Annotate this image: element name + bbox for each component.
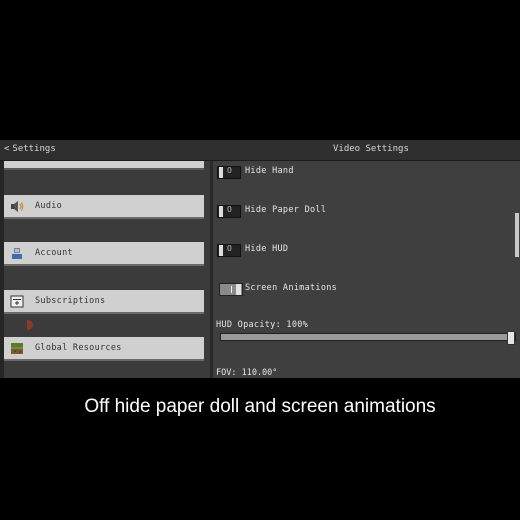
toggle-knob (219, 167, 223, 178)
account-icon (12, 248, 22, 259)
hud-opacity-slider[interactable] (220, 331, 516, 345)
hide-hud-label: Hide HUD (245, 244, 289, 254)
global-resources-icon (11, 343, 23, 354)
subscriptions-icon (10, 295, 24, 308)
toggle-off-glyph: O (227, 205, 232, 214)
hide-hand-toggle[interactable]: O (217, 166, 241, 179)
screen-animations-label: Screen Animations (245, 283, 338, 293)
chevron-left-icon: < (4, 144, 10, 154)
sidebar-item-label: Audio (35, 201, 63, 211)
toggle-off-glyph: O (227, 244, 232, 253)
hide-hud-toggle[interactable]: O (217, 244, 241, 257)
sidebar-item-label: Global Resources (35, 343, 122, 353)
setting-screen-animations: Screen Animations (213, 281, 513, 299)
sidebar-item-subscriptions[interactable]: Subscriptions (4, 290, 204, 314)
setting-hide-hud: O Hide HUD (213, 242, 513, 260)
sidebar-item-global-resources[interactable]: Global Resources (4, 337, 204, 361)
sidebar-item-label: Subscriptions (35, 296, 106, 306)
setting-hide-paper-doll: O Hide Paper Doll (213, 203, 513, 221)
video-settings-panel: O Hide Hand O Hide Paper Doll O Hide HUD… (213, 161, 520, 378)
hide-hand-label: Hide Hand (245, 166, 294, 176)
settings-window: <Settings Video Settings Audio Account (0, 140, 520, 378)
cursor-marker (27, 320, 33, 330)
toggle-knob (219, 245, 223, 256)
sidebar-item-label: Account (35, 248, 73, 258)
page-title: Video Settings (333, 144, 409, 154)
hide-paper-doll-label: Hide Paper Doll (245, 205, 327, 215)
top-bar: < Settings Video Settings (0, 140, 520, 161)
back-label: Settings (12, 144, 56, 154)
sidebar-item-account[interactable]: Account (4, 242, 204, 266)
hide-paper-doll-toggle[interactable]: O (217, 205, 241, 218)
speaker-icon (11, 201, 24, 212)
toggle-on-bar (231, 286, 232, 293)
toggle-knob (219, 206, 223, 217)
video-caption: Off hide paper doll and screen animation… (84, 396, 436, 417)
screen-animations-toggle[interactable] (219, 283, 243, 296)
fov-label: FOV: 110.00° (216, 368, 278, 378)
back-button[interactable]: < Settings (4, 144, 56, 154)
toggle-knob (236, 284, 241, 295)
sidebar-item-audio[interactable]: Audio (4, 195, 204, 219)
setting-hide-hand: O Hide Hand (213, 164, 513, 182)
hud-opacity-label: HUD Opacity: 100% (216, 320, 309, 330)
sidebar-item-partial[interactable] (4, 161, 204, 170)
settings-scrollbar[interactable] (515, 213, 519, 257)
slider-handle[interactable] (507, 331, 515, 345)
sidebar: Audio Account Subscriptions Global Resou… (0, 161, 210, 378)
toggle-off-glyph: O (227, 166, 232, 175)
